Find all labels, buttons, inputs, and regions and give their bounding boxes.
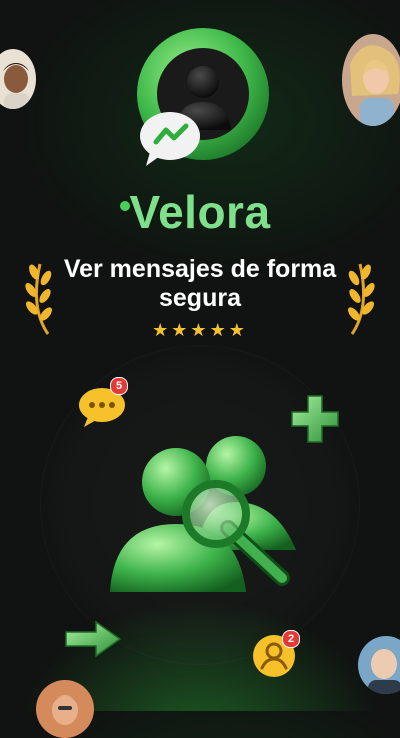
avatar-bottom-left [36,680,94,738]
user-group-search-icon [106,432,302,602]
avatar-top-left [0,49,36,109]
rating-stars: ★★★★★ [152,320,248,340]
avatar-top-right [342,34,400,126]
app-logo-icon [128,26,274,172]
contact-badge: 2 [282,630,300,648]
chat-bubble-icon: 5 [78,377,130,427]
chat-badge: 5 [110,377,128,395]
brand-name: Velora [129,186,271,238]
headline: Ver mensajes de forma segura [63,255,337,312]
user-icon: 2 [252,630,300,678]
arrow-right-icon [62,618,122,660]
avatar-bottom-right [358,636,400,694]
